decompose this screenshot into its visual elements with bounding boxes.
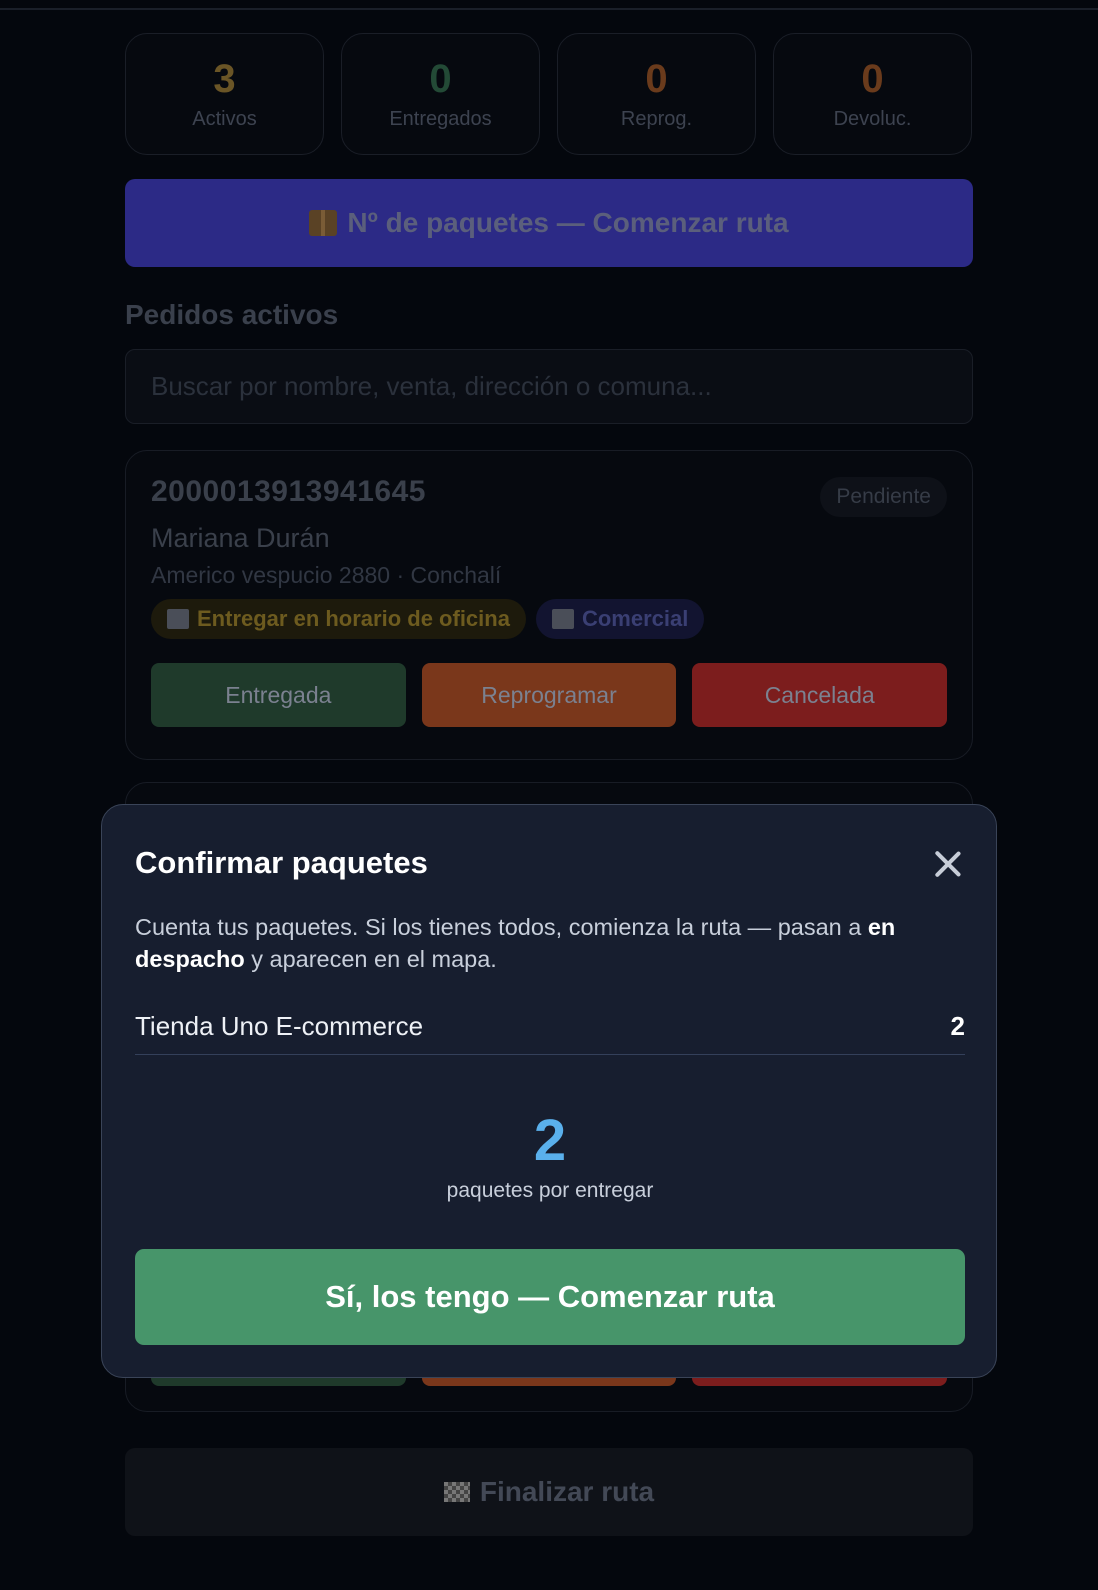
stat-delivered: 0 Entregados: [341, 33, 540, 155]
order-actions: Entregada Reprogramar Cancelada: [151, 663, 948, 727]
customer-name: Mariana Durán: [151, 523, 330, 553]
finish-route-label: Finalizar ruta: [479, 1476, 655, 1507]
total-label: paquetes por entregar: [446, 1179, 654, 1202]
section-title: Pedidos activos: [125, 299, 339, 330]
status-badge: Pendiente: [820, 477, 947, 517]
confirm-start-route-button[interactable]: Sí, los tengo — Comenzar ruta: [135, 1249, 965, 1345]
desc-text: Cuenta tus paquetes. Si los tienes todos…: [135, 914, 868, 940]
top-divider: [0, 8, 1098, 10]
modal-title: Confirmar paquetes: [135, 845, 428, 880]
building-icon: [551, 609, 574, 629]
tag-commercial: Comercial: [535, 599, 705, 639]
tag-label: Comercial: [581, 606, 689, 631]
modal-description: Cuenta tus paquetes. Si los tienes todos…: [135, 911, 965, 975]
start-route-label: Nº de paquetes — Comenzar ruta: [347, 207, 789, 238]
stat-value: 3: [213, 57, 236, 101]
stat-value: 0: [429, 57, 452, 101]
finish-route-button[interactable]: Finalizar ruta: [125, 1448, 973, 1536]
stat-value: 0: [861, 57, 884, 101]
tag-office-hours: Entregar en horario de oficina: [151, 599, 526, 639]
stat-active: 3 Activos: [125, 33, 324, 155]
package-icon: [309, 210, 338, 236]
start-route-button[interactable]: Nº de paquetes — Comenzar ruta: [125, 179, 973, 267]
stat-returns: 0 Devoluc.: [773, 33, 972, 155]
tag-label: Entregar en horario de oficina: [197, 606, 510, 631]
stat-value: 0: [645, 57, 668, 101]
store-count: 2: [950, 1011, 965, 1041]
reschedule-button[interactable]: Reprogramar: [421, 663, 677, 727]
confirm-packages-modal: Confirmar paquetes Cuenta tus paquetes. …: [101, 804, 997, 1378]
total-count: 2: [533, 1108, 567, 1173]
customer-address: Americo vespucio 2880 · Conchalí: [151, 562, 502, 588]
total-summary: 2 paquetes por entregar: [135, 1109, 965, 1203]
cancelled-button[interactable]: Cancelada: [692, 663, 948, 727]
store-row: Tienda Uno E-commerce 2: [135, 1003, 965, 1055]
search-input[interactable]: Buscar por nombre, venta, dirección o co…: [125, 349, 973, 424]
stat-label: Activos: [192, 108, 257, 130]
stat-label: Entregados: [389, 108, 492, 130]
desc-text: y aparecen en el mapa.: [244, 946, 497, 972]
close-icon[interactable]: [933, 849, 963, 879]
checkered-flag-icon: [443, 1482, 470, 1502]
route-page: 3 Activos 0 Entregados 0 Reprog. 0 Devol…: [125, 33, 973, 760]
delivered-button[interactable]: Entregada: [151, 663, 406, 727]
stat-label: Devoluc.: [833, 108, 912, 130]
stats-row: 3 Activos 0 Entregados 0 Reprog. 0 Devol…: [125, 33, 973, 155]
store-name: Tienda Uno E-commerce: [135, 1011, 424, 1041]
order-tags: Entregar en horario de oficina Comercial: [151, 599, 947, 639]
stat-rescheduled: 0 Reprog.: [557, 33, 756, 155]
building-icon: [167, 609, 189, 629]
stat-label: Reprog.: [620, 108, 693, 130]
order-card: 2000013913941645 Pendiente Mariana Durán…: [125, 450, 973, 760]
